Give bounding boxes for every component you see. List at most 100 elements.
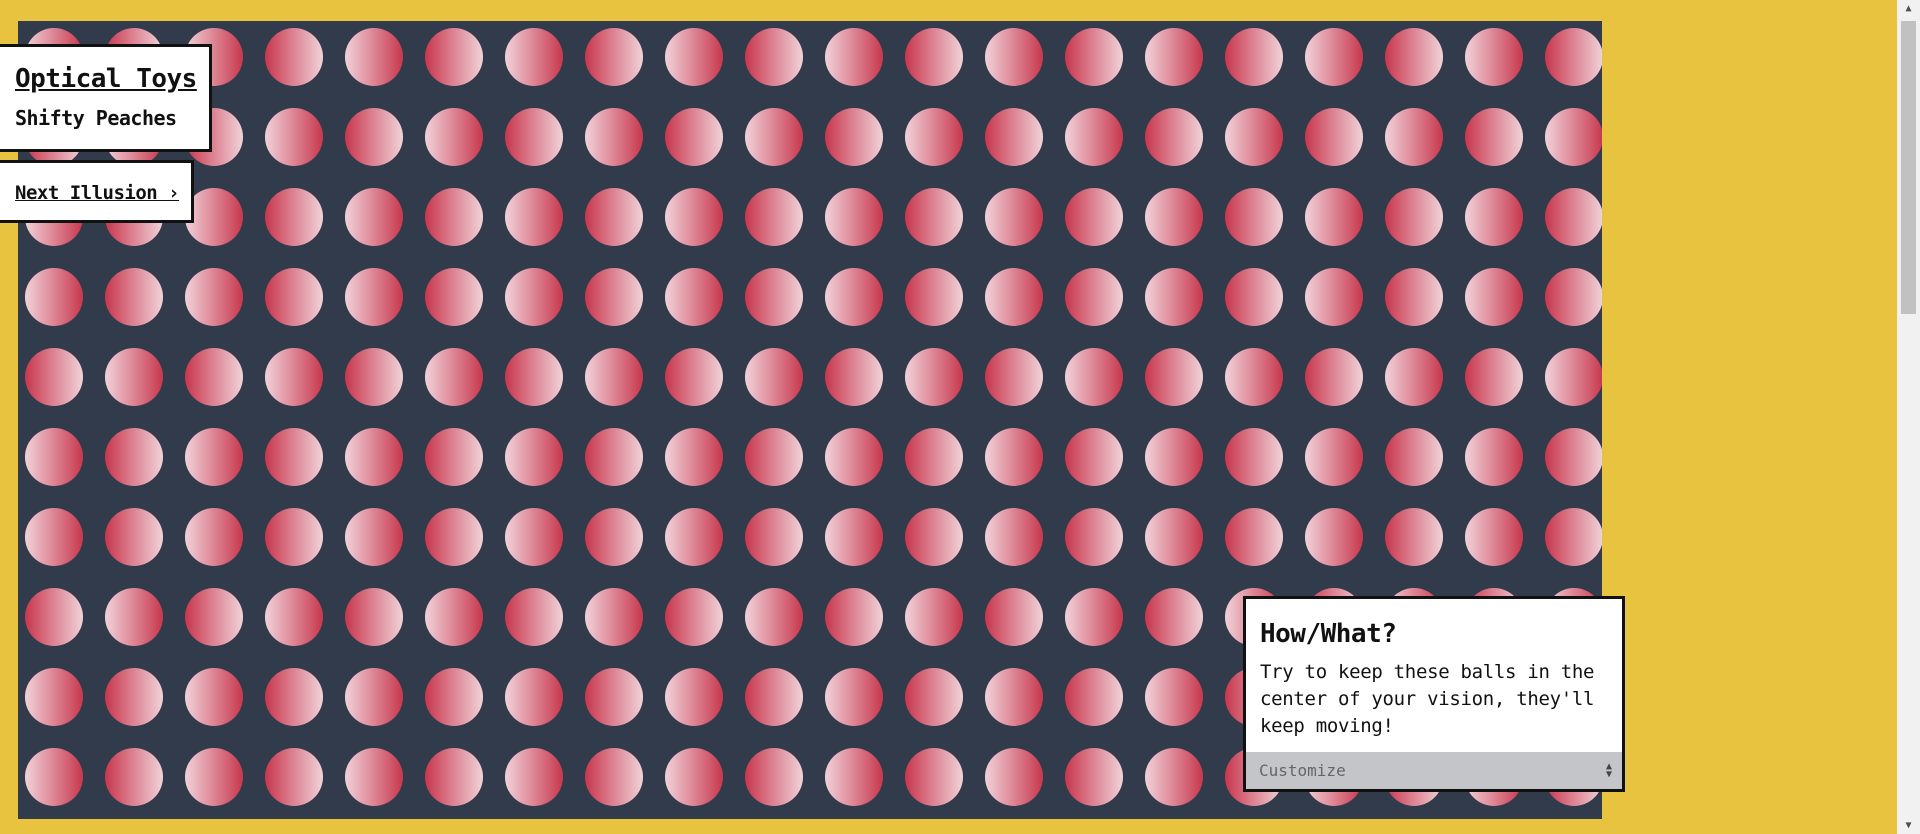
illusion-ball <box>905 348 963 406</box>
illusion-ball <box>105 268 163 326</box>
illusion-ball <box>1225 268 1283 326</box>
illusion-ball <box>505 268 563 326</box>
illusion-ball <box>185 748 243 806</box>
illusion-ball <box>265 668 323 726</box>
next-illusion-link[interactable]: Next Illusion › <box>15 182 180 204</box>
illusion-ball <box>105 668 163 726</box>
illusion-ball <box>345 108 403 166</box>
title-card: Optical Toys Shifty Peaches <box>0 44 212 152</box>
illusion-ball <box>345 268 403 326</box>
illusion-ball <box>505 588 563 646</box>
illusion-ball <box>265 508 323 566</box>
illusion-ball <box>1385 268 1443 326</box>
next-illusion-card: Next Illusion › <box>0 160 194 223</box>
illusion-ball <box>505 508 563 566</box>
illusion-ball <box>1065 588 1123 646</box>
expand-arrows-icon: ▲ ▼ <box>1605 760 1612 780</box>
illusion-ball <box>1305 108 1363 166</box>
illusion-ball <box>1305 428 1363 486</box>
illusion-ball <box>25 268 83 326</box>
illusion-ball <box>665 588 723 646</box>
illusion-ball <box>1145 108 1203 166</box>
illusion-ball <box>1065 28 1123 86</box>
page-scrollbar[interactable]: ▲ ▼ <box>1897 0 1920 834</box>
illusion-ball <box>585 588 643 646</box>
illusion-ball <box>425 428 483 486</box>
illusion-ball <box>745 268 803 326</box>
illusion-ball <box>585 268 643 326</box>
illusion-ball <box>345 28 403 86</box>
customize-toggle[interactable]: Customize ▲ ▼ <box>1246 752 1622 789</box>
illusion-ball <box>345 668 403 726</box>
scroll-up-arrow-icon[interactable]: ▲ <box>1897 0 1920 17</box>
illusion-ball <box>1225 428 1283 486</box>
illusion-ball <box>1305 188 1363 246</box>
illusion-ball <box>1065 508 1123 566</box>
illusion-ball <box>1465 508 1523 566</box>
illusion-ball <box>905 748 963 806</box>
illusion-ball <box>425 108 483 166</box>
illusion-ball <box>1385 508 1443 566</box>
illusion-ball <box>1465 28 1523 86</box>
illusion-ball <box>905 268 963 326</box>
illusion-ball <box>585 748 643 806</box>
info-text: Try to keep these balls in the center of… <box>1260 661 1595 737</box>
illusion-ball <box>1545 188 1602 246</box>
illusion-ball <box>265 588 323 646</box>
illusion-ball <box>585 668 643 726</box>
illusion-ball <box>425 748 483 806</box>
illusion-ball <box>505 748 563 806</box>
illusion-ball <box>745 428 803 486</box>
illusion-ball <box>1065 268 1123 326</box>
illusion-ball <box>265 28 323 86</box>
illusion-ball <box>1065 748 1123 806</box>
illusion-ball <box>1305 268 1363 326</box>
scrollbar-thumb[interactable] <box>1901 21 1916 314</box>
illusion-ball <box>1145 188 1203 246</box>
illusion-ball <box>1545 348 1602 406</box>
illusion-ball <box>665 188 723 246</box>
illusion-ball <box>665 268 723 326</box>
illusion-ball <box>1225 28 1283 86</box>
illusion-ball <box>585 188 643 246</box>
illusion-ball <box>105 508 163 566</box>
illusion-ball <box>1145 268 1203 326</box>
illusion-ball <box>505 428 563 486</box>
illusion-ball <box>905 28 963 86</box>
scroll-down-arrow-icon[interactable]: ▼ <box>1897 817 1920 834</box>
illusion-ball <box>1385 428 1443 486</box>
illusion-ball <box>825 188 883 246</box>
illusion-ball <box>345 348 403 406</box>
illusion-ball <box>985 748 1043 806</box>
illusion-ball <box>825 268 883 326</box>
illusion-ball <box>1065 428 1123 486</box>
illusion-ball <box>265 348 323 406</box>
illusion-ball <box>1465 108 1523 166</box>
illusion-ball <box>1145 668 1203 726</box>
illusion-ball <box>185 348 243 406</box>
illusion-ball <box>905 108 963 166</box>
illusion-ball <box>745 748 803 806</box>
illusion-ball <box>825 508 883 566</box>
site-title[interactable]: Optical Toys <box>15 64 209 94</box>
illusion-ball <box>505 188 563 246</box>
illusion-ball <box>745 188 803 246</box>
illusion-ball <box>585 348 643 406</box>
illusion-ball <box>1225 108 1283 166</box>
info-panel: How/What? Try to keep these balls in the… <box>1243 596 1625 792</box>
illusion-ball <box>345 748 403 806</box>
illusion-ball <box>105 428 163 486</box>
illusion-ball <box>265 188 323 246</box>
illusion-ball <box>425 588 483 646</box>
illusion-ball <box>585 108 643 166</box>
illusion-ball <box>985 588 1043 646</box>
illusion-ball <box>185 268 243 326</box>
illusion-ball <box>825 748 883 806</box>
illusion-ball <box>185 668 243 726</box>
illusion-ball <box>185 428 243 486</box>
illusion-ball <box>905 588 963 646</box>
illusion-ball <box>25 588 83 646</box>
illusion-ball <box>105 588 163 646</box>
illusion-ball <box>905 428 963 486</box>
illusion-ball <box>25 428 83 486</box>
